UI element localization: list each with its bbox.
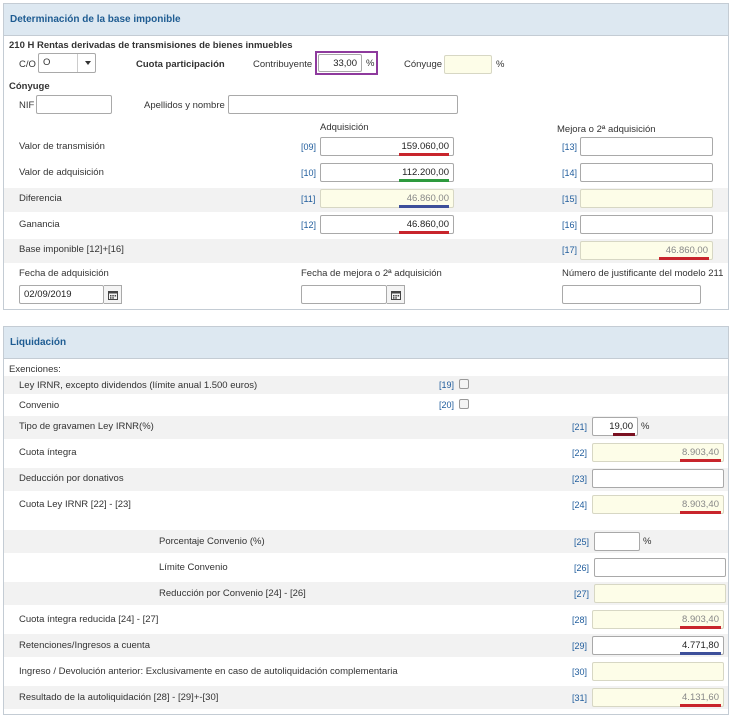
calendar-button[interactable]: [104, 285, 122, 304]
panel-title: Liquidación: [10, 337, 67, 348]
code-26: [26]: [574, 563, 590, 573]
apellidos-label: Apellidos y nombre: [144, 100, 225, 111]
underline-red: [680, 511, 721, 514]
underline-red: [680, 626, 721, 629]
mejora-transmision-input[interactable]: [580, 137, 713, 156]
nif-input[interactable]: [36, 95, 112, 114]
justificante-input[interactable]: [562, 285, 701, 304]
code-19: [19]: [439, 380, 455, 390]
apellidos-input[interactable]: [228, 95, 458, 114]
cuota-reducida-label: Cuota íntegra reducida [24] - [27]: [19, 614, 159, 625]
code-17: [17]: [562, 245, 578, 255]
tipo-percent: %: [641, 421, 650, 432]
underline-blue: [680, 652, 721, 655]
underline-red: [399, 231, 449, 234]
chevron-down-icon: [85, 61, 91, 65]
conyuge-label: Cónyuge: [404, 59, 443, 70]
ingreso-devolucion-input[interactable]: [592, 662, 724, 681]
underline-red: [680, 704, 721, 707]
retenciones-label: Retenciones/Ingresos a cuenta: [19, 640, 150, 651]
convenio-checkbox[interactable]: [459, 399, 469, 409]
fecha-mejora-label: Fecha de mejora o 2ª adquisición: [301, 268, 442, 279]
row-label-ganancia: Ganancia: [19, 219, 60, 230]
code-13: [13]: [562, 142, 578, 152]
code-24: [24]: [572, 500, 588, 510]
code-09: [09]: [301, 142, 317, 152]
porcentaje-convenio-label: Porcentaje Convenio (%): [159, 536, 265, 547]
co-select-value: O: [43, 57, 51, 68]
base-imponible-label: Base imponible [12]+[16]: [19, 244, 124, 255]
contribuyente-label: Contribuyente: [253, 59, 313, 70]
code-21: [21]: [572, 422, 588, 432]
code-23: [23]: [572, 474, 588, 484]
co-label: C/O: [19, 59, 36, 70]
code-31: [31]: [572, 693, 588, 703]
underline-red: [680, 459, 721, 462]
underline-green: [399, 179, 449, 182]
cuota-participacion-label: Cuota participación: [136, 59, 225, 70]
code-22: [22]: [572, 448, 588, 458]
code-25: [25]: [574, 537, 590, 547]
mejora-diferencia-input[interactable]: [580, 189, 713, 208]
panel-header: Determinación de la base imponible: [4, 4, 728, 36]
exenciones-label: Exenciones:: [9, 364, 61, 375]
calendar-icon: [108, 291, 118, 300]
code-27: [27]: [574, 589, 590, 599]
porcentaje-convenio-percent: %: [643, 536, 652, 547]
reduccion-convenio-label: Reducción por Convenio [24] - [26]: [159, 588, 306, 599]
panel-header: Liquidación: [4, 327, 728, 359]
underline-darkred: [613, 433, 635, 436]
calendar-button[interactable]: [387, 285, 405, 304]
fecha-mejora-input[interactable]: [301, 285, 387, 304]
code-14: [14]: [562, 168, 578, 178]
limite-convenio-input[interactable]: [594, 558, 726, 577]
ley-irnr-label: Ley IRNR, excepto dividendos (límite anu…: [19, 380, 258, 391]
cuota-integra-label: Cuota íntegra: [19, 447, 77, 458]
code-20: [20]: [439, 400, 455, 410]
resultado-label: Resultado de la autoliquidación [28] - […: [19, 692, 219, 703]
code-16: [16]: [562, 220, 578, 230]
code-29: [29]: [572, 641, 588, 651]
fecha-adquisicion-input[interactable]: 02/09/2019: [19, 285, 104, 304]
section-title: 210 H Rentas derivadas de transmisiones …: [9, 40, 293, 51]
code-12: [12]: [301, 220, 317, 230]
col-adquisicion-header: Adquisición: [320, 122, 369, 133]
mejora-adquisicion-input[interactable]: [580, 163, 713, 182]
fecha-adquisicion-label: Fecha de adquisición: [19, 268, 109, 279]
co-select-divider: [77, 54, 78, 72]
tipo-gravamen-label: Tipo de gravamen Ley IRNR(%): [19, 421, 154, 432]
nif-label: NIF: [19, 100, 35, 111]
code-30: [30]: [572, 667, 588, 677]
limite-convenio-label: Límite Convenio: [159, 562, 228, 573]
code-10: [10]: [301, 168, 317, 178]
contribuyente-percent: %: [366, 58, 375, 69]
underline-red: [659, 257, 709, 260]
mejora-ganancia-input[interactable]: [580, 215, 713, 234]
panel-title: Determinación de la base imponible: [10, 14, 181, 25]
ley-irnr-checkbox[interactable]: [459, 379, 469, 389]
row-label-valor-adquisicion: Valor de adquisición: [19, 167, 104, 178]
code-11: [11]: [301, 194, 316, 204]
convenio-label: Convenio: [19, 400, 60, 411]
deduccion-input[interactable]: [592, 469, 724, 488]
contribuyente-input[interactable]: 33,00: [318, 54, 362, 72]
ingreso-devolucion-label: Ingreso / Devolución anterior: Exclusiva…: [19, 666, 398, 677]
conyuge-section-title: Cónyuge: [9, 81, 50, 92]
code-15: [15]: [562, 194, 578, 204]
co-select[interactable]: O: [38, 53, 96, 73]
underline-blue: [399, 205, 449, 208]
code-28: [28]: [572, 615, 588, 625]
row-label-valor-transmision: Valor de transmisión: [19, 141, 105, 152]
conyuge-input[interactable]: [444, 55, 492, 74]
underline-red: [399, 153, 449, 156]
deduccion-label: Deducción por donativos: [19, 473, 124, 484]
porcentaje-convenio-input[interactable]: [594, 532, 640, 551]
conyuge-percent: %: [496, 59, 505, 70]
justificante-label: Número de justificante del modelo 211: [562, 268, 724, 279]
calendar-icon: [391, 291, 401, 300]
col-mejora-header: Mejora o 2ª adquisición: [557, 124, 656, 135]
row-label-diferencia: Diferencia: [19, 193, 62, 204]
reduccion-convenio-input[interactable]: [594, 584, 726, 603]
cuota-ley-label: Cuota Ley IRNR [22] - [23]: [19, 499, 131, 510]
